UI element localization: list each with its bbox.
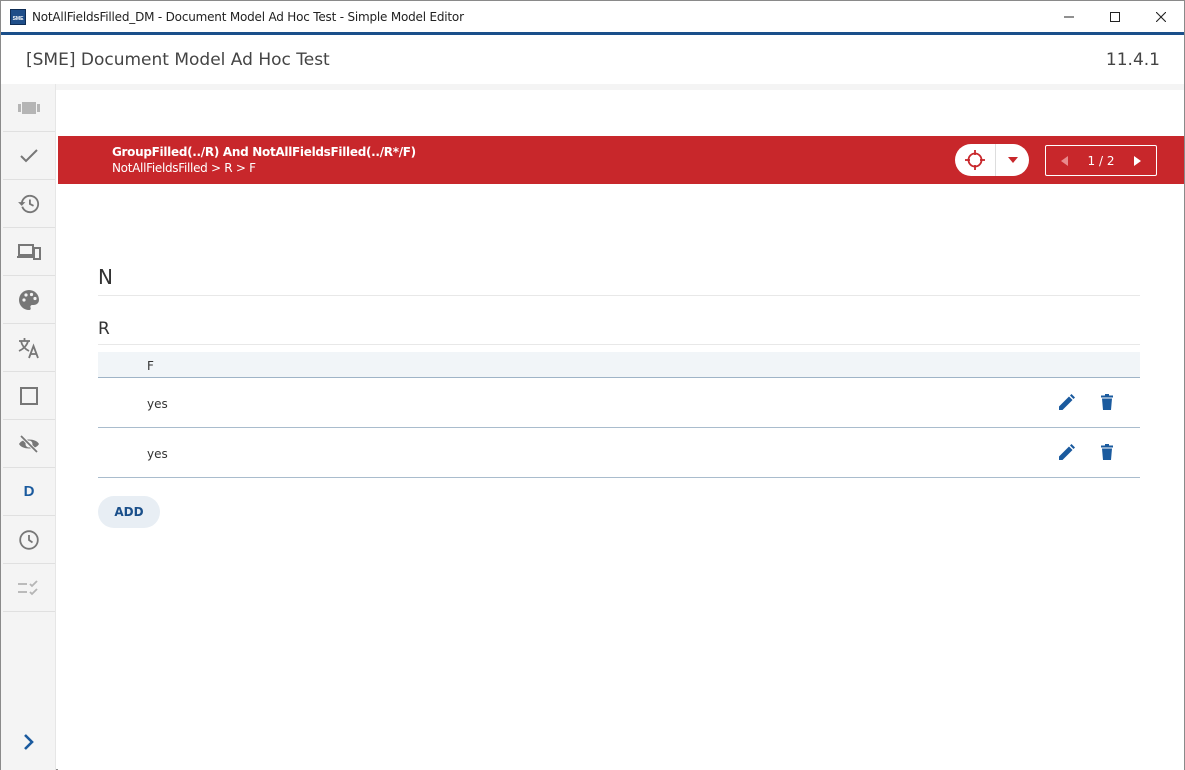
sidebar-item-translations[interactable] (3, 324, 55, 372)
palette-icon (19, 289, 39, 310)
divider (98, 344, 1140, 345)
visibility-off-icon (19, 434, 39, 453)
square-icon (20, 386, 38, 405)
pager-next-button[interactable] (1132, 154, 1144, 168)
history-icon (18, 194, 40, 213)
locate-dropdown-button[interactable] (996, 144, 1029, 176)
error-path: NotAllFieldsFilled > R > F (112, 161, 256, 175)
section-heading-n: N (98, 265, 113, 289)
sidebar-item-devices[interactable] (3, 228, 55, 276)
devices-icon (17, 243, 41, 260)
locate-button-group (955, 144, 1029, 176)
column-header-f: F (147, 359, 154, 373)
window-controls (1046, 1, 1184, 32)
pager-prev-button[interactable] (1058, 154, 1070, 168)
sidebar-item-d[interactable]: D (3, 468, 55, 516)
table-cell-f: yes (147, 447, 168, 461)
locate-button[interactable] (955, 144, 996, 176)
table-row[interactable]: yes (98, 428, 1140, 478)
maximize-button[interactable] (1092, 1, 1138, 32)
model-tree-icon (18, 101, 40, 114)
error-rule: GroupFilled(../R) And NotAllFieldsFilled… (112, 145, 416, 159)
sidebar-item-schedule[interactable] (3, 516, 55, 564)
edit-button[interactable] (1058, 443, 1075, 461)
sidebar-item-visibility[interactable] (3, 420, 55, 468)
error-pager: 1 / 2 (1045, 145, 1157, 176)
app-logo-text: SME (12, 15, 24, 22)
chevron-right-icon (24, 734, 34, 750)
table-cell-f: yes (147, 397, 168, 411)
app-logo-icon: SME (10, 8, 26, 25)
caret-down-icon (1007, 157, 1018, 163)
sidebar-expand-button[interactable] (3, 718, 55, 766)
crosshair-icon (965, 150, 985, 170)
sidebar: D (1, 84, 56, 770)
sidebar-item-model[interactable] (3, 84, 55, 132)
trash-icon (1100, 394, 1113, 410)
close-icon (1156, 11, 1166, 22)
sidebar-item-checklist[interactable] (3, 564, 55, 612)
trash-icon (1100, 444, 1113, 460)
caret-right-icon (1134, 155, 1142, 166)
sidebar-item-validation[interactable] (3, 132, 55, 180)
checklist-icon (18, 579, 38, 595)
window-title: NotAllFieldsFilled_DM - Document Model A… (32, 9, 464, 24)
divider (98, 295, 1140, 296)
d-letter-icon: D (23, 483, 35, 500)
section-heading-r: R (98, 319, 110, 339)
table-row[interactable]: yes (98, 378, 1140, 428)
minimize-button[interactable] (1046, 1, 1092, 32)
title-bar: SME NotAllFieldsFilled_DM - Document Mod… (1, 1, 1184, 32)
validation-error-banner: GroupFilled(../R) And NotAllFieldsFilled… (58, 136, 1184, 184)
sidebar-item-fields[interactable] (3, 372, 55, 420)
sidebar-item-history[interactable] (3, 180, 55, 228)
row-actions (1058, 393, 1115, 411)
repeat-group-table: F yes yes (98, 352, 1140, 478)
translate-icon (18, 337, 39, 358)
row-actions (1058, 443, 1115, 461)
app-title: [SME] Document Model Ad Hoc Test (26, 50, 330, 70)
sidebar-item-theme[interactable] (3, 276, 55, 324)
edit-button[interactable] (1058, 393, 1075, 411)
check-icon (20, 148, 38, 162)
caret-left-icon (1060, 155, 1068, 166)
pager-count: 1 / 2 (1087, 153, 1115, 168)
close-button[interactable] (1138, 1, 1184, 32)
app-header: [SME] Document Model Ad Hoc Test 11.4.1 (1, 35, 1184, 84)
pencil-icon (1058, 394, 1075, 410)
table-header: F (98, 352, 1140, 378)
pencil-icon (1058, 444, 1075, 460)
add-row-button[interactable]: ADD (98, 496, 160, 528)
app-window: SME NotAllFieldsFilled_DM - Document Mod… (0, 0, 1185, 770)
maximize-icon (1110, 11, 1120, 22)
minimize-icon (1064, 16, 1074, 17)
delete-button[interactable] (1098, 443, 1115, 461)
clock-icon (19, 529, 39, 550)
app-version: 11.4.1 (1105, 50, 1160, 70)
delete-button[interactable] (1098, 393, 1115, 411)
